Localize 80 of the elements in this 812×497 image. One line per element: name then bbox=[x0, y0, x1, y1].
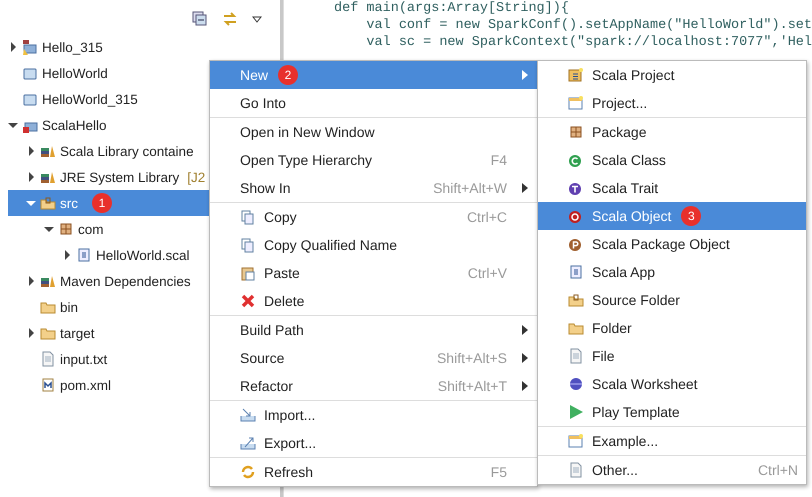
step-badge: 2 bbox=[278, 65, 298, 85]
folder-icon bbox=[40, 195, 56, 211]
menu-item[interactable]: Open in New Window bbox=[210, 118, 537, 146]
expanded-arrow-icon[interactable] bbox=[8, 120, 18, 130]
menu-item[interactable]: Build Path bbox=[210, 316, 537, 344]
globe-icon bbox=[568, 376, 584, 392]
code-line: def main(args:Array[String]){ bbox=[334, 0, 570, 17]
file-icon bbox=[76, 247, 92, 263]
class-icon bbox=[568, 152, 584, 168]
menu-item[interactable]: Example... bbox=[538, 427, 806, 455]
menu-item[interactable]: Scala Project bbox=[538, 61, 806, 89]
menu-item[interactable]: Scala Package Object bbox=[538, 230, 806, 258]
trait-icon bbox=[568, 180, 584, 196]
menu-item[interactable]: Other... Ctrl+N bbox=[538, 456, 806, 484]
collapsed-arrow-icon[interactable] bbox=[8, 42, 18, 52]
menu-item[interactable]: Package bbox=[538, 118, 806, 146]
shortcut-label: Shift+Alt+W bbox=[433, 180, 507, 196]
file-icon bbox=[568, 348, 584, 364]
collapsed-arrow-icon[interactable] bbox=[26, 328, 36, 338]
delete-icon bbox=[240, 293, 256, 309]
step-badge: 1 bbox=[92, 193, 112, 213]
code-line: val sc = new SparkContext("spark://localhost:7077",'Hel bbox=[365, 34, 812, 51]
menu-item[interactable]: Export... bbox=[210, 429, 537, 457]
file-icon bbox=[568, 264, 584, 280]
menu-item[interactable]: Paste Ctrl+V bbox=[210, 259, 537, 287]
file-icon bbox=[40, 377, 56, 393]
window-icon bbox=[568, 95, 584, 111]
export-icon bbox=[240, 435, 256, 451]
copy-icon bbox=[240, 237, 256, 253]
shortcut-label: F4 bbox=[490, 152, 507, 168]
menu-item[interactable]: Refresh F5 bbox=[210, 458, 537, 486]
file-icon bbox=[40, 351, 56, 367]
shortcut-label: F5 bbox=[490, 464, 507, 480]
menu-item[interactable]: Folder bbox=[538, 314, 806, 342]
clipboard-icon bbox=[240, 265, 256, 281]
copy-icon bbox=[240, 209, 256, 225]
project-icon bbox=[568, 67, 584, 83]
view-menu-icon[interactable] bbox=[252, 14, 262, 24]
project-icon bbox=[22, 39, 38, 55]
collapsed-arrow-icon[interactable] bbox=[62, 250, 72, 260]
collapsed-arrow-icon[interactable] bbox=[26, 276, 36, 286]
collapsed-arrow-icon[interactable] bbox=[26, 172, 36, 182]
refresh-icon bbox=[240, 464, 256, 480]
window-icon bbox=[568, 433, 584, 449]
shortcut-label: Shift+Alt+T bbox=[438, 378, 507, 394]
menu-item[interactable]: Delete bbox=[210, 287, 537, 315]
menu-item[interactable]: Refactor Shift+Alt+T bbox=[210, 372, 537, 400]
tree-item[interactable]: Hello_315 bbox=[8, 34, 280, 60]
expanded-arrow-icon[interactable] bbox=[44, 224, 54, 234]
object-icon bbox=[568, 208, 584, 224]
menu-item[interactable]: Play Template bbox=[538, 398, 806, 426]
menu-item[interactable]: Go Into bbox=[210, 89, 537, 117]
object-icon bbox=[568, 236, 584, 252]
package-icon bbox=[58, 221, 74, 237]
menu-item[interactable]: Import... bbox=[210, 401, 537, 429]
code-line: val conf = new SparkConf().setAppName("HelloWorld").set bbox=[365, 17, 812, 34]
shortcut-label: Ctrl+V bbox=[468, 265, 507, 281]
menu-item[interactable]: File bbox=[538, 342, 806, 370]
package-icon bbox=[568, 124, 584, 140]
menu-item[interactable]: Source Folder bbox=[538, 286, 806, 314]
shortcut-label: Ctrl+C bbox=[466, 209, 507, 225]
menu-item[interactable]: Open Type Hierarchy F4 bbox=[210, 146, 537, 174]
play-icon bbox=[568, 404, 584, 420]
file-icon bbox=[568, 462, 584, 478]
folder-icon bbox=[568, 292, 584, 308]
collapse-all-icon[interactable] bbox=[192, 11, 208, 27]
collapsed-arrow-icon[interactable] bbox=[26, 146, 36, 156]
menu-item[interactable]: Scala App bbox=[538, 258, 806, 286]
menu-item[interactable]: Source Shift+Alt+S bbox=[210, 344, 537, 372]
step-badge: 3 bbox=[681, 206, 702, 226]
menu-item[interactable]: Scala Worksheet bbox=[538, 370, 806, 398]
menu-item[interactable]: Copy Qualified Name bbox=[210, 231, 537, 259]
menu-item[interactable]: Project... bbox=[538, 89, 806, 117]
import-icon bbox=[240, 407, 256, 423]
menu-item[interactable]: Scala Class bbox=[538, 146, 806, 174]
menu-item[interactable]: New 2 bbox=[210, 61, 537, 89]
menu-item[interactable]: Scala Object 3 bbox=[538, 202, 806, 230]
shortcut-label: Ctrl+N bbox=[758, 462, 798, 478]
shortcut-label: Shift+Alt+S bbox=[436, 350, 507, 366]
menu-item[interactable]: Scala Trait bbox=[538, 174, 806, 202]
